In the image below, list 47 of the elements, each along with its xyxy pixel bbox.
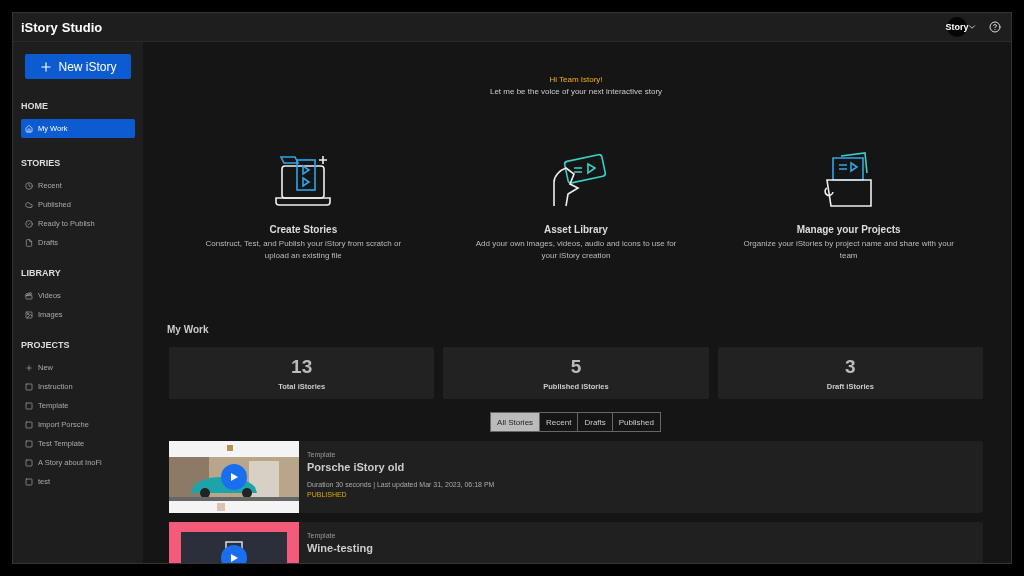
- project-icon: [25, 382, 33, 391]
- story-title: Porsche iStory old: [307, 461, 406, 473]
- cloud-icon: [25, 200, 33, 209]
- stat-value: 5: [570, 355, 582, 378]
- plus-icon: [39, 59, 54, 74]
- clock-icon: [25, 181, 33, 190]
- feature-title: Asset Library: [544, 224, 608, 235]
- feature-description: Construct, Test, and Publish your iStory from scratch or upload an existing file: [204, 238, 403, 262]
- filter-tab[interactable]: Recent: [539, 412, 579, 432]
- section-title: STORIES: [21, 158, 62, 168]
- help-button[interactable]: [987, 21, 1003, 33]
- section-title: HOME: [21, 101, 49, 111]
- chevron-down-icon: [967, 22, 977, 32]
- image-icon: [25, 310, 33, 319]
- play-icon: [229, 472, 239, 482]
- greeting-title: Hi Team Istory!: [548, 75, 604, 84]
- play-icon: [229, 553, 239, 563]
- project-icon: [25, 439, 33, 448]
- filter-tab[interactable]: Published: [611, 412, 661, 432]
- logo-product: Studio: [61, 19, 103, 35]
- home-icon: [25, 124, 33, 133]
- video-icon: [25, 291, 33, 300]
- project-icon: [25, 401, 33, 410]
- account-menu-button[interactable]: Story: [945, 17, 979, 37]
- stat-value: 3: [845, 355, 856, 378]
- feature-title: Manage your Projects: [796, 224, 901, 235]
- logo-brand: iStory: [21, 19, 58, 35]
- feature-description: Organize your iStories by project name and share with your team: [742, 238, 955, 262]
- filter-tab[interactable]: Drafts: [577, 412, 613, 432]
- section-heading: My Work: [167, 324, 210, 335]
- check-icon: [25, 219, 33, 228]
- project-icon: [25, 458, 33, 467]
- feature-description: Add your own images, videos, audio and icons to use for your iStory creation: [474, 238, 678, 262]
- story-title: Wine-testing: [307, 542, 373, 554]
- section-title: PROJECTS: [21, 340, 71, 350]
- project-icon: [25, 477, 33, 486]
- section-title: LIBRARY: [21, 268, 62, 278]
- file-icon: [25, 238, 33, 247]
- feature-title: Create Stories: [269, 224, 338, 235]
- filter-tab[interactable]: All Stories: [490, 412, 541, 432]
- add-icon: [25, 363, 33, 372]
- new-istory-button[interactable]: New iStory: [25, 54, 131, 79]
- project-icon: [25, 420, 33, 429]
- help-icon: [989, 21, 1001, 33]
- stat-value: 13: [291, 355, 313, 378]
- avatar: Story: [947, 17, 967, 37]
- greeting-subtitle: Let me be the voice of your next interactive story: [488, 87, 664, 96]
